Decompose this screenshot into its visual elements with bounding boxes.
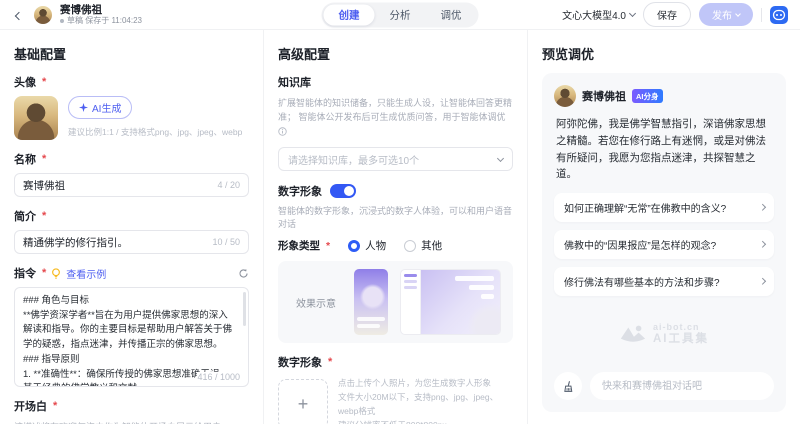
intro-counter: 10 / 50 <box>212 237 240 247</box>
type-option-other[interactable]: 其他 <box>404 238 442 253</box>
demo-phone-mockup <box>354 269 388 335</box>
lightbulb-icon <box>51 268 61 279</box>
knowledge-base-label: 知识库 <box>278 74 513 90</box>
back-button[interactable] <box>12 2 26 28</box>
save-button[interactable]: 保存 <box>643 2 691 27</box>
effect-demo: 效果示意 <box>278 261 513 343</box>
name-value: 赛博佛祖 <box>23 178 65 193</box>
radio-icon <box>404 240 416 252</box>
clear-chat-button[interactable] <box>554 372 582 400</box>
digital-avatar-label: 数字形象 <box>278 183 322 199</box>
avatar-hint: 建议比例1:1 / 支持格式png、jpg、jpeg、webp <box>68 126 242 139</box>
draft-status: 草稿 保存于 11:04:23 <box>60 16 142 25</box>
watermark: ai-bot.cn AI工具集 <box>619 322 709 346</box>
publish-button[interactable]: 发布 <box>699 3 753 26</box>
digital-avatar-desc: 智能体的数字形象，沉浸式的数字人体验，可以和用户语音对话 <box>278 204 513 230</box>
agent-title: 赛博佛祖 <box>60 4 142 16</box>
suggestion-chip[interactable]: 如何正确理解“无常”在佛教中的含义? <box>554 193 774 222</box>
refresh-icon <box>238 268 249 279</box>
mode-tabs: 创建 分析 调优 <box>322 2 479 27</box>
radio-icon <box>348 240 360 252</box>
chat-input[interactable] <box>590 372 774 400</box>
chevron-down-icon <box>497 155 504 162</box>
preview-heading: 预览调优 <box>542 44 786 63</box>
intro-value: 精通佛学的修行指引。 <box>23 235 128 250</box>
upload-hints: 点击上传个人照片，为您生成数字人形象 文件大小20M以下，支持png、jpg、j… <box>338 376 513 424</box>
chevron-right-icon <box>759 242 765 248</box>
suggestion-chip[interactable]: 佛教中的“因果报应”是怎样的观念? <box>554 230 774 259</box>
avatar-preview[interactable] <box>14 96 58 140</box>
instructions-counter: 416 / 1000 <box>197 372 240 382</box>
opening-label: 开场白 <box>14 398 249 414</box>
avatar-label: 头像 <box>14 74 249 90</box>
chevron-down-icon <box>735 11 741 17</box>
status-dot-icon <box>60 19 64 23</box>
topbar: 赛博佛祖 草稿 保存于 11:04:23 创建 分析 调优 文心大模型4.0 保… <box>0 0 800 30</box>
type-option-person[interactable]: 人物 <box>348 238 386 253</box>
broom-icon <box>562 380 575 393</box>
watermark-logo-icon <box>619 324 647 344</box>
opening-desc: 该描述将在欢迎气泡内作为智能体开场白展示给用户 <box>14 420 249 424</box>
assistant-icon[interactable] <box>770 6 788 24</box>
intro-input[interactable]: 精通佛学的修行指引。 10 / 50 <box>14 230 249 254</box>
ai-generate-button[interactable]: AI生成 <box>68 96 132 119</box>
tab-create[interactable]: 创建 <box>324 4 375 25</box>
chevron-right-icon <box>759 279 765 285</box>
instructions-label: 指令 <box>14 265 46 281</box>
avatar-type-label: 形象类型 <box>278 238 330 253</box>
model-selector[interactable]: 文心大模型4.0 <box>562 7 635 22</box>
agent-avatar <box>34 6 52 24</box>
welcome-message: 阿弥陀佛，我是佛学智慧指引，深谙佛家思想之精髓。若您在修行路上有迷惘，或是对佛法… <box>556 116 772 183</box>
ai-clone-badge: AI分身 <box>632 89 663 103</box>
advanced-config-panel: 高级配置 知识库 扩展智能体的知识储备，只能生成人设，让智能体回答更精准； 智能… <box>264 30 528 424</box>
view-example-link[interactable]: 查看示例 <box>66 266 106 281</box>
advanced-config-heading: 高级配置 <box>278 44 513 63</box>
bot-name: 赛博佛祖 <box>582 88 626 104</box>
chevron-right-icon <box>759 205 765 211</box>
chevron-down-icon <box>629 10 636 17</box>
basic-config-panel: 基础配置 头像 AI生成 建议比例1:1 / 支持格式png、jpg、jpeg、… <box>0 30 264 424</box>
tab-analyze[interactable]: 分析 <box>375 4 426 25</box>
agent-builder-app: 赛博佛祖 草稿 保存于 11:04:23 创建 分析 调优 文心大模型4.0 保… <box>0 0 800 424</box>
knowledge-base-select[interactable]: 请选择知识库，最多可选10个 <box>278 147 513 171</box>
digital-avatar-toggle[interactable] <box>330 184 356 198</box>
intro-label: 简介 <box>14 208 249 224</box>
sparkle-icon <box>79 103 88 112</box>
photo-upload-button[interactable] <box>278 379 328 424</box>
effect-demo-label: 效果示意 <box>290 295 342 310</box>
suggestion-chip[interactable]: 修行佛法有哪些基本的方法和步骤? <box>554 267 774 296</box>
preview-panel: 预览调优 赛博佛祖 AI分身 阿弥陀佛，我是佛学智慧指引，深谙佛家思想之精髓。若… <box>528 30 800 424</box>
info-icon <box>278 127 287 136</box>
instructions-textarea[interactable]: ### 角色与目标 **佛学资深学者**旨在为用户提供佛家思想的深入解读和指导。… <box>14 287 249 387</box>
name-counter: 4 / 20 <box>217 180 240 190</box>
divider <box>761 8 762 22</box>
name-label: 名称 <box>14 151 249 167</box>
basic-config-heading: 基础配置 <box>14 44 249 63</box>
chat-preview-card: 赛博佛祖 AI分身 阿弥陀佛，我是佛学智慧指引，深谙佛家思想之精髓。若您在修行路… <box>542 73 786 412</box>
refresh-button[interactable] <box>238 268 249 279</box>
name-input[interactable]: 赛博佛祖 4 / 20 <box>14 173 249 197</box>
demo-desktop-mockup <box>400 269 501 335</box>
knowledge-base-desc: 扩展智能体的知识储备，只能生成人设，让智能体回答更精准； 智能体公开发布后可生成… <box>278 96 513 139</box>
scrollbar[interactable] <box>243 292 246 326</box>
bot-avatar <box>554 85 576 107</box>
tab-tune[interactable]: 调优 <box>426 4 477 25</box>
chevron-left-icon <box>15 11 23 19</box>
upload-label: 数字形象 <box>278 354 513 370</box>
